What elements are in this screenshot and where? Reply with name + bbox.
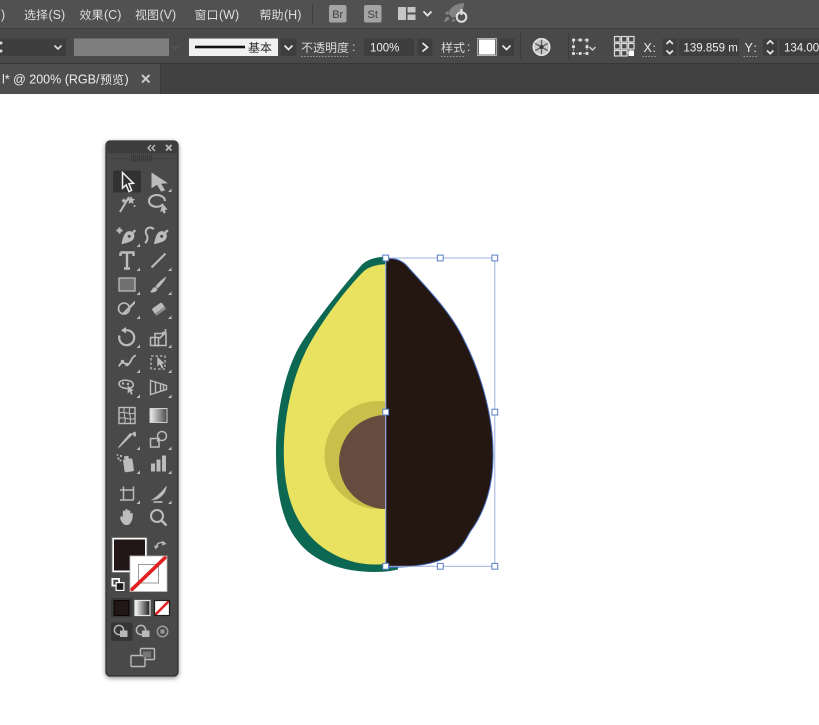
svg-text:(C): (C)	[104, 8, 121, 22]
svg-text:X: X	[644, 41, 653, 55]
svg-text:(V): (V)	[160, 8, 177, 22]
svg-text::: :	[754, 41, 757, 55]
svg-text:(H): (H)	[284, 8, 301, 22]
svg-text:Br: Br	[332, 9, 343, 21]
svg-text::: :	[467, 40, 470, 54]
svg-text:(W): (W)	[219, 8, 239, 22]
svg-text::: :	[653, 41, 656, 55]
svg-text:St: St	[367, 9, 377, 21]
svg-text:l* @ 200% (RGB/: l* @ 200% (RGB/	[2, 73, 100, 87]
svg-text:): )	[1, 8, 5, 22]
svg-text:): )	[125, 73, 129, 87]
svg-text::: :	[352, 40, 355, 54]
svg-text:(S): (S)	[49, 8, 66, 22]
svg-text:134.00: 134.00	[784, 43, 819, 55]
svg-text:100%: 100%	[370, 43, 399, 55]
svg-text:Y: Y	[745, 41, 754, 55]
svg-text:139.859 m: 139.859 m	[684, 43, 738, 55]
